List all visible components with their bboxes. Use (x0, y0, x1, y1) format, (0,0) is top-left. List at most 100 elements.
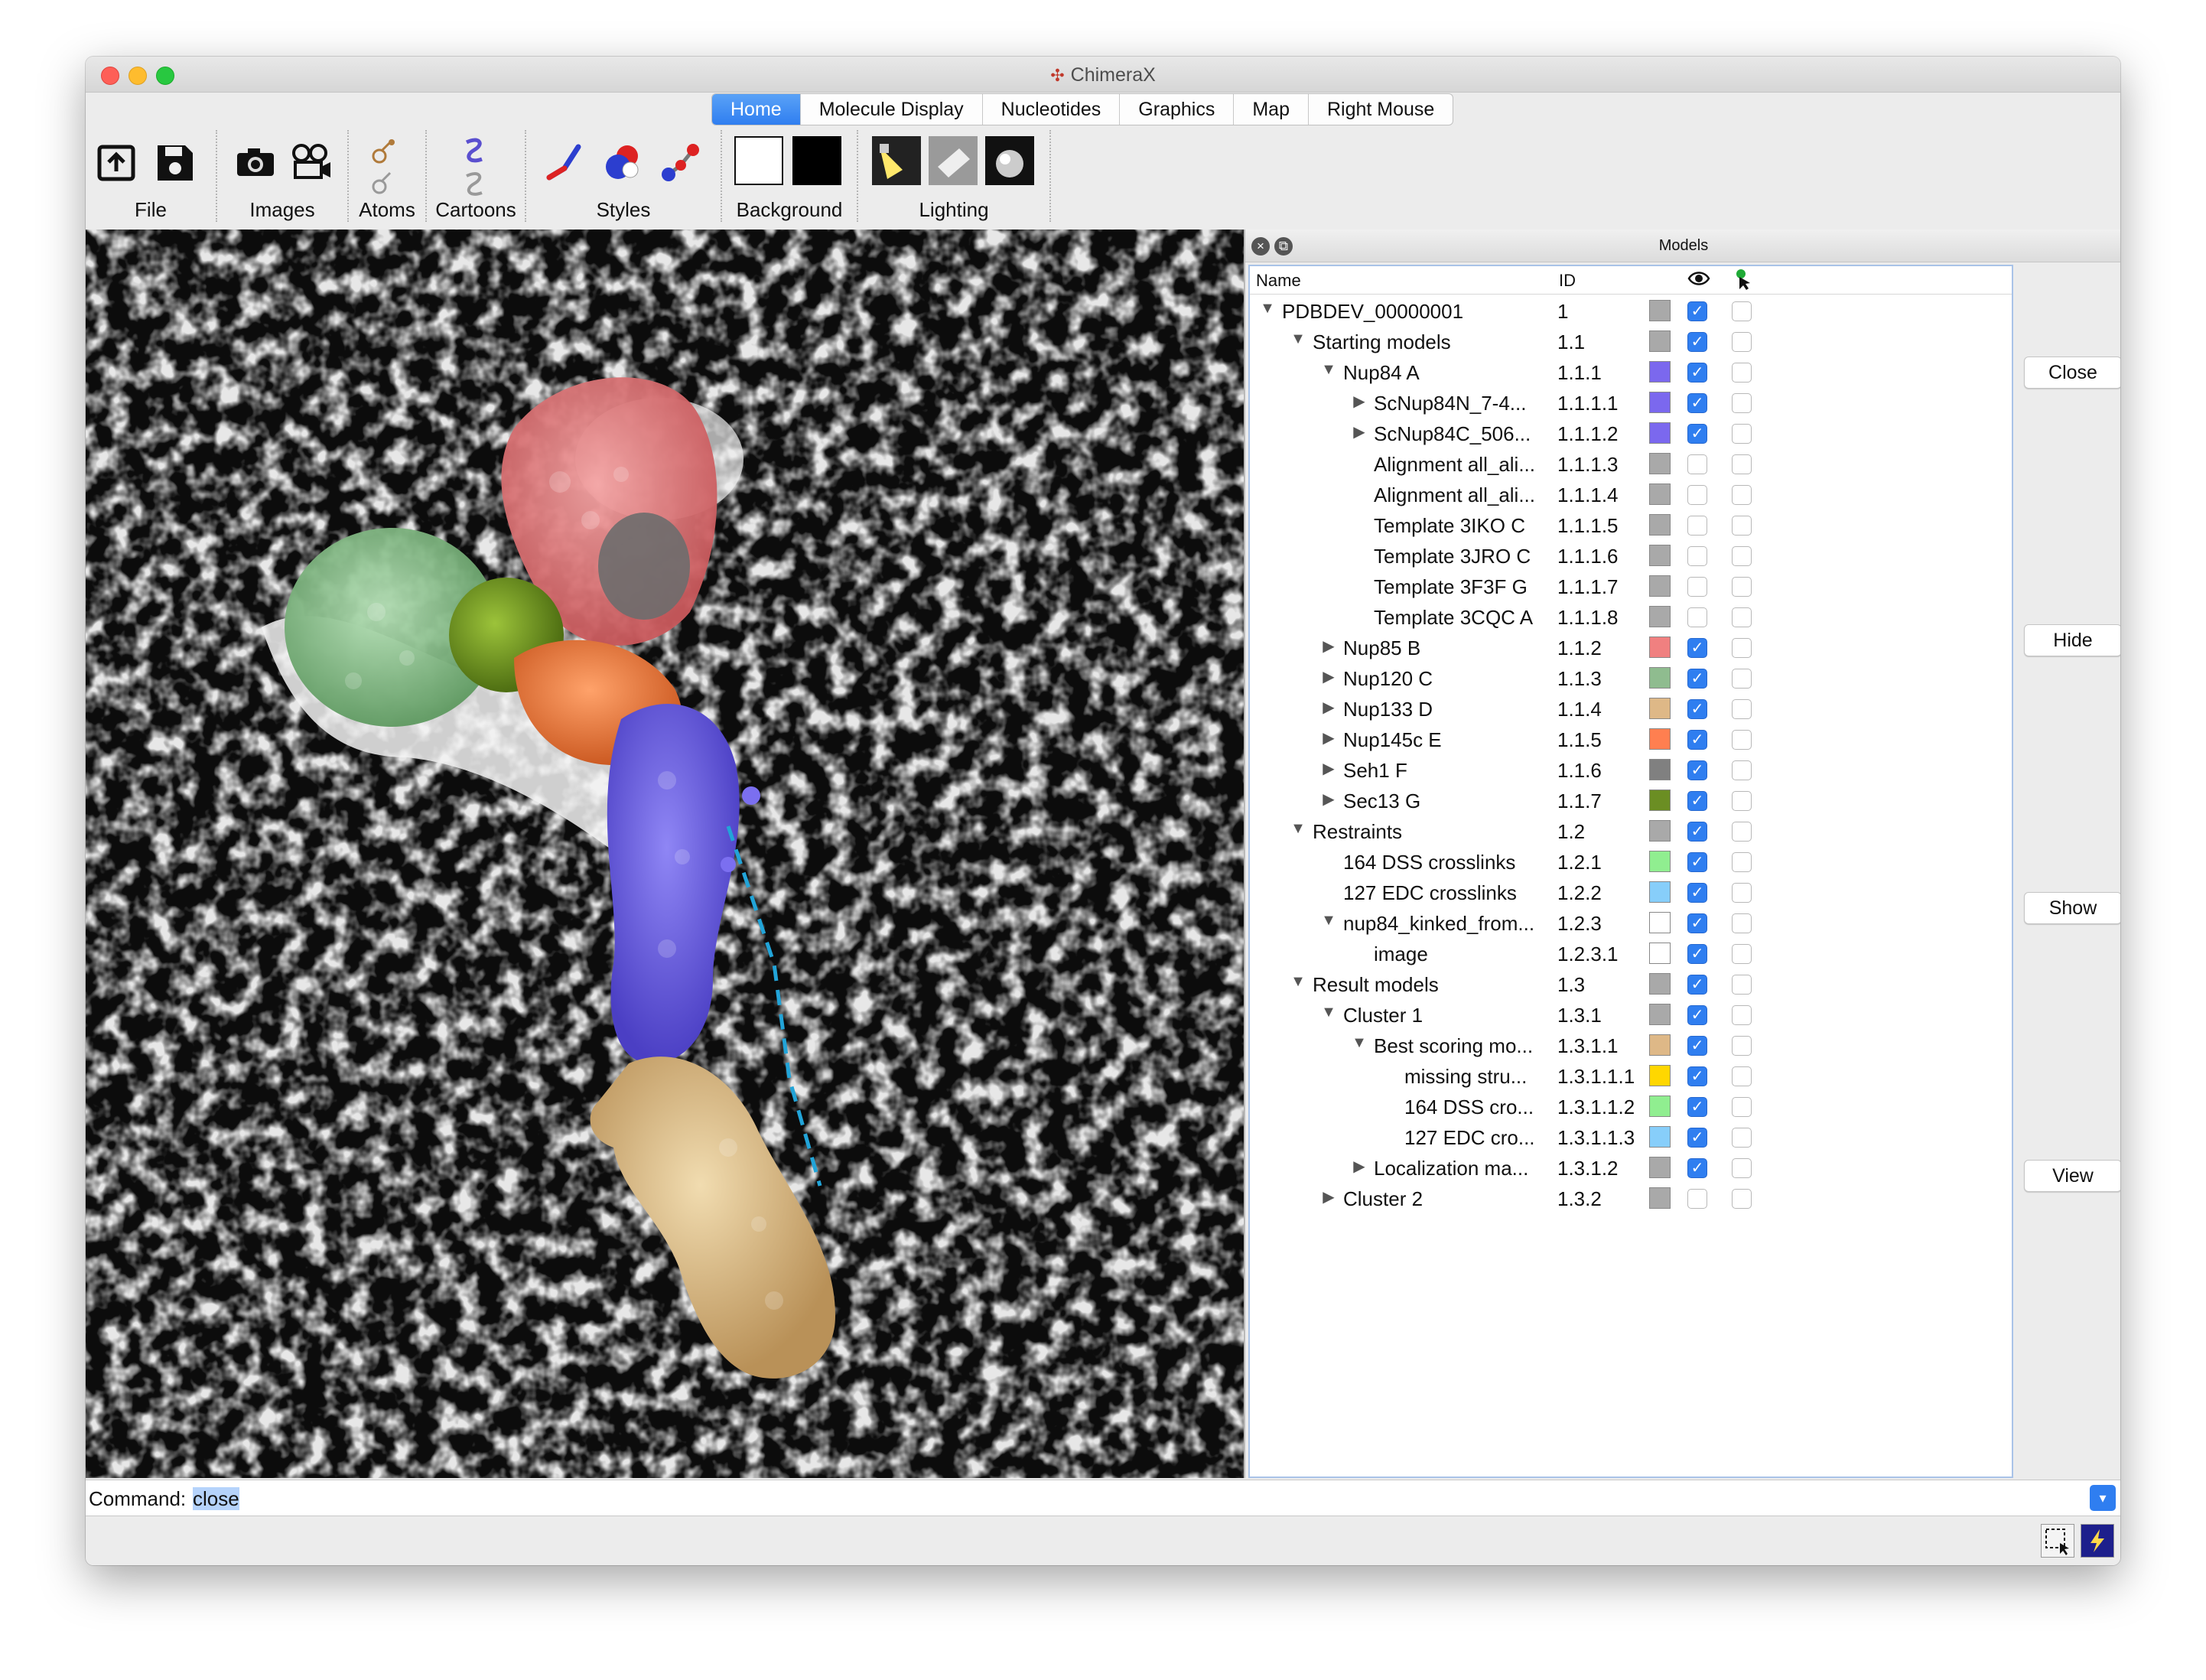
expand-right-icon[interactable]: ▶ (1320, 790, 1337, 809)
expand-right-icon[interactable]: ▶ (1320, 667, 1337, 686)
model-row[interactable]: Template 3CQC A 1.1.1.8 (1250, 601, 2012, 632)
model-shown-checkbox[interactable]: ✓ (1687, 1158, 1707, 1178)
simple-lighting-icon[interactable] (872, 136, 921, 185)
graphics-rate-icon[interactable] (2081, 1524, 2114, 1558)
model-shown-checkbox[interactable] (1687, 485, 1707, 505)
camera-icon[interactable] (233, 139, 278, 185)
model-row[interactable]: ▶ ScNup84C_506... 1.1.1.2 ✓ (1250, 418, 2012, 448)
model-color-swatch[interactable] (1649, 790, 1671, 811)
select-mode-icon[interactable] (2041, 1524, 2074, 1558)
model-shown-checkbox[interactable]: ✓ (1687, 730, 1707, 750)
model-shown-checkbox[interactable]: ✓ (1687, 393, 1707, 413)
expand-down-icon[interactable]: ▼ (1320, 912, 1337, 930)
model-shown-checkbox[interactable]: ✓ (1687, 913, 1707, 933)
model-row[interactable]: ▶ Nup85 B 1.1.2 ✓ (1250, 632, 2012, 663)
model-color-swatch[interactable] (1649, 606, 1671, 627)
expand-right-icon[interactable]: ▶ (1351, 392, 1368, 411)
show-atoms-icon[interactable] (364, 136, 402, 167)
model-row[interactable]: ▼ nup84_kinked_from... 1.2.3 ✓ (1250, 907, 2012, 938)
model-shown-checkbox[interactable]: ✓ (1687, 883, 1707, 903)
model-row[interactable]: 164 DSS crosslinks 1.2.1 ✓ (1250, 846, 2012, 877)
model-select-checkbox[interactable] (1732, 485, 1752, 505)
model-color-swatch[interactable] (1649, 1034, 1671, 1056)
expand-right-icon[interactable]: ▶ (1351, 1157, 1368, 1176)
model-color-swatch[interactable] (1649, 1096, 1671, 1117)
model-shown-checkbox[interactable]: ✓ (1687, 1128, 1707, 1148)
model-color-swatch[interactable] (1649, 1187, 1671, 1209)
model-select-checkbox[interactable] (1732, 1189, 1752, 1209)
model-select-checkbox[interactable] (1732, 1097, 1752, 1117)
model-shown-checkbox[interactable] (1687, 1189, 1707, 1209)
model-color-swatch[interactable] (1649, 759, 1671, 780)
expand-down-icon[interactable]: ▼ (1259, 300, 1276, 317)
model-shown-checkbox[interactable] (1687, 607, 1707, 627)
tab-nucleotides[interactable]: Nucleotides (983, 94, 1121, 125)
expand-down-icon[interactable]: ▼ (1290, 330, 1306, 348)
model-row[interactable]: ▶ Nup120 C 1.1.3 ✓ (1250, 663, 2012, 693)
show-button[interactable]: Show (2024, 892, 2120, 924)
model-select-checkbox[interactable] (1732, 424, 1752, 444)
model-select-checkbox[interactable] (1732, 1066, 1752, 1086)
model-color-swatch[interactable] (1649, 514, 1671, 536)
model-select-checkbox[interactable] (1732, 1158, 1752, 1178)
model-shown-checkbox[interactable]: ✓ (1687, 332, 1707, 352)
model-select-checkbox[interactable] (1732, 760, 1752, 780)
close-button[interactable]: Close (2024, 357, 2120, 389)
expand-right-icon[interactable]: ▶ (1320, 637, 1337, 656)
model-row[interactable]: ▶ Nup145c E 1.1.5 ✓ (1250, 724, 2012, 754)
model-select-checkbox[interactable] (1732, 944, 1752, 964)
model-shown-checkbox[interactable]: ✓ (1687, 760, 1707, 780)
model-color-swatch[interactable] (1649, 943, 1671, 964)
command-history-dropdown-icon[interactable]: ▾ (2090, 1485, 2116, 1511)
model-row[interactable]: ▼ Result models 1.3 ✓ (1250, 969, 2012, 999)
full-lighting-icon[interactable] (985, 136, 1034, 185)
model-row[interactable]: 127 EDC crosslinks 1.2.2 ✓ (1250, 877, 2012, 907)
hide-atoms-icon[interactable] (364, 168, 402, 199)
model-shown-checkbox[interactable]: ✓ (1687, 975, 1707, 995)
expand-down-icon[interactable]: ▼ (1290, 973, 1306, 991)
model-row[interactable]: 127 EDC cro... 1.3.1.1.3 ✓ (1250, 1122, 2012, 1152)
model-select-checkbox[interactable] (1732, 301, 1752, 321)
model-shown-checkbox[interactable]: ✓ (1687, 944, 1707, 964)
expand-right-icon[interactable]: ▶ (1320, 759, 1337, 778)
model-select-checkbox[interactable] (1732, 791, 1752, 811)
movie-camera-icon[interactable] (288, 139, 334, 185)
model-color-swatch[interactable] (1649, 912, 1671, 933)
tab-map[interactable]: Map (1234, 94, 1309, 125)
model-row[interactable]: ▼ Starting models 1.1 ✓ (1250, 326, 2012, 357)
model-row[interactable]: ▶ Localization ma... 1.3.1.2 ✓ (1250, 1152, 2012, 1183)
model-row[interactable]: missing stru... 1.3.1.1.1 ✓ (1250, 1060, 2012, 1091)
model-select-checkbox[interactable] (1732, 363, 1752, 383)
soft-lighting-icon[interactable] (929, 136, 978, 185)
hide-button[interactable]: Hide (2024, 624, 2120, 656)
model-shown-checkbox[interactable]: ✓ (1687, 1066, 1707, 1086)
model-shown-checkbox[interactable]: ✓ (1687, 363, 1707, 383)
black-background-icon[interactable] (792, 136, 841, 185)
model-shown-checkbox[interactable]: ✓ (1687, 669, 1707, 689)
model-row[interactable]: Template 3JRO C 1.1.1.6 (1250, 540, 2012, 571)
model-color-swatch[interactable] (1649, 453, 1671, 474)
model-color-swatch[interactable] (1649, 881, 1671, 903)
model-shown-checkbox[interactable]: ✓ (1687, 852, 1707, 872)
model-select-checkbox[interactable] (1732, 577, 1752, 597)
model-shown-checkbox[interactable] (1687, 546, 1707, 566)
model-shown-checkbox[interactable]: ✓ (1687, 1005, 1707, 1025)
model-shown-checkbox[interactable]: ✓ (1687, 1036, 1707, 1056)
model-shown-checkbox[interactable]: ✓ (1687, 699, 1707, 719)
model-color-swatch[interactable] (1649, 422, 1671, 444)
model-row[interactable]: ▶ Sec13 G 1.1.7 ✓ (1250, 785, 2012, 816)
column-header-name[interactable]: Name (1256, 271, 1301, 291)
command-input[interactable]: close (193, 1487, 239, 1511)
model-select-checkbox[interactable] (1732, 638, 1752, 658)
model-color-swatch[interactable] (1649, 973, 1671, 995)
model-select-checkbox[interactable] (1732, 1005, 1752, 1025)
expand-right-icon[interactable]: ▶ (1320, 728, 1337, 747)
model-color-swatch[interactable] (1649, 698, 1671, 719)
model-select-checkbox[interactable] (1732, 822, 1752, 842)
model-select-checkbox[interactable] (1732, 730, 1752, 750)
model-row[interactable]: ▼ Cluster 1 1.3.1 ✓ (1250, 999, 2012, 1030)
model-color-swatch[interactable] (1649, 1157, 1671, 1178)
model-row[interactable]: Alignment all_ali... 1.1.1.4 (1250, 479, 2012, 510)
model-select-checkbox[interactable] (1732, 607, 1752, 627)
model-color-swatch[interactable] (1649, 728, 1671, 750)
